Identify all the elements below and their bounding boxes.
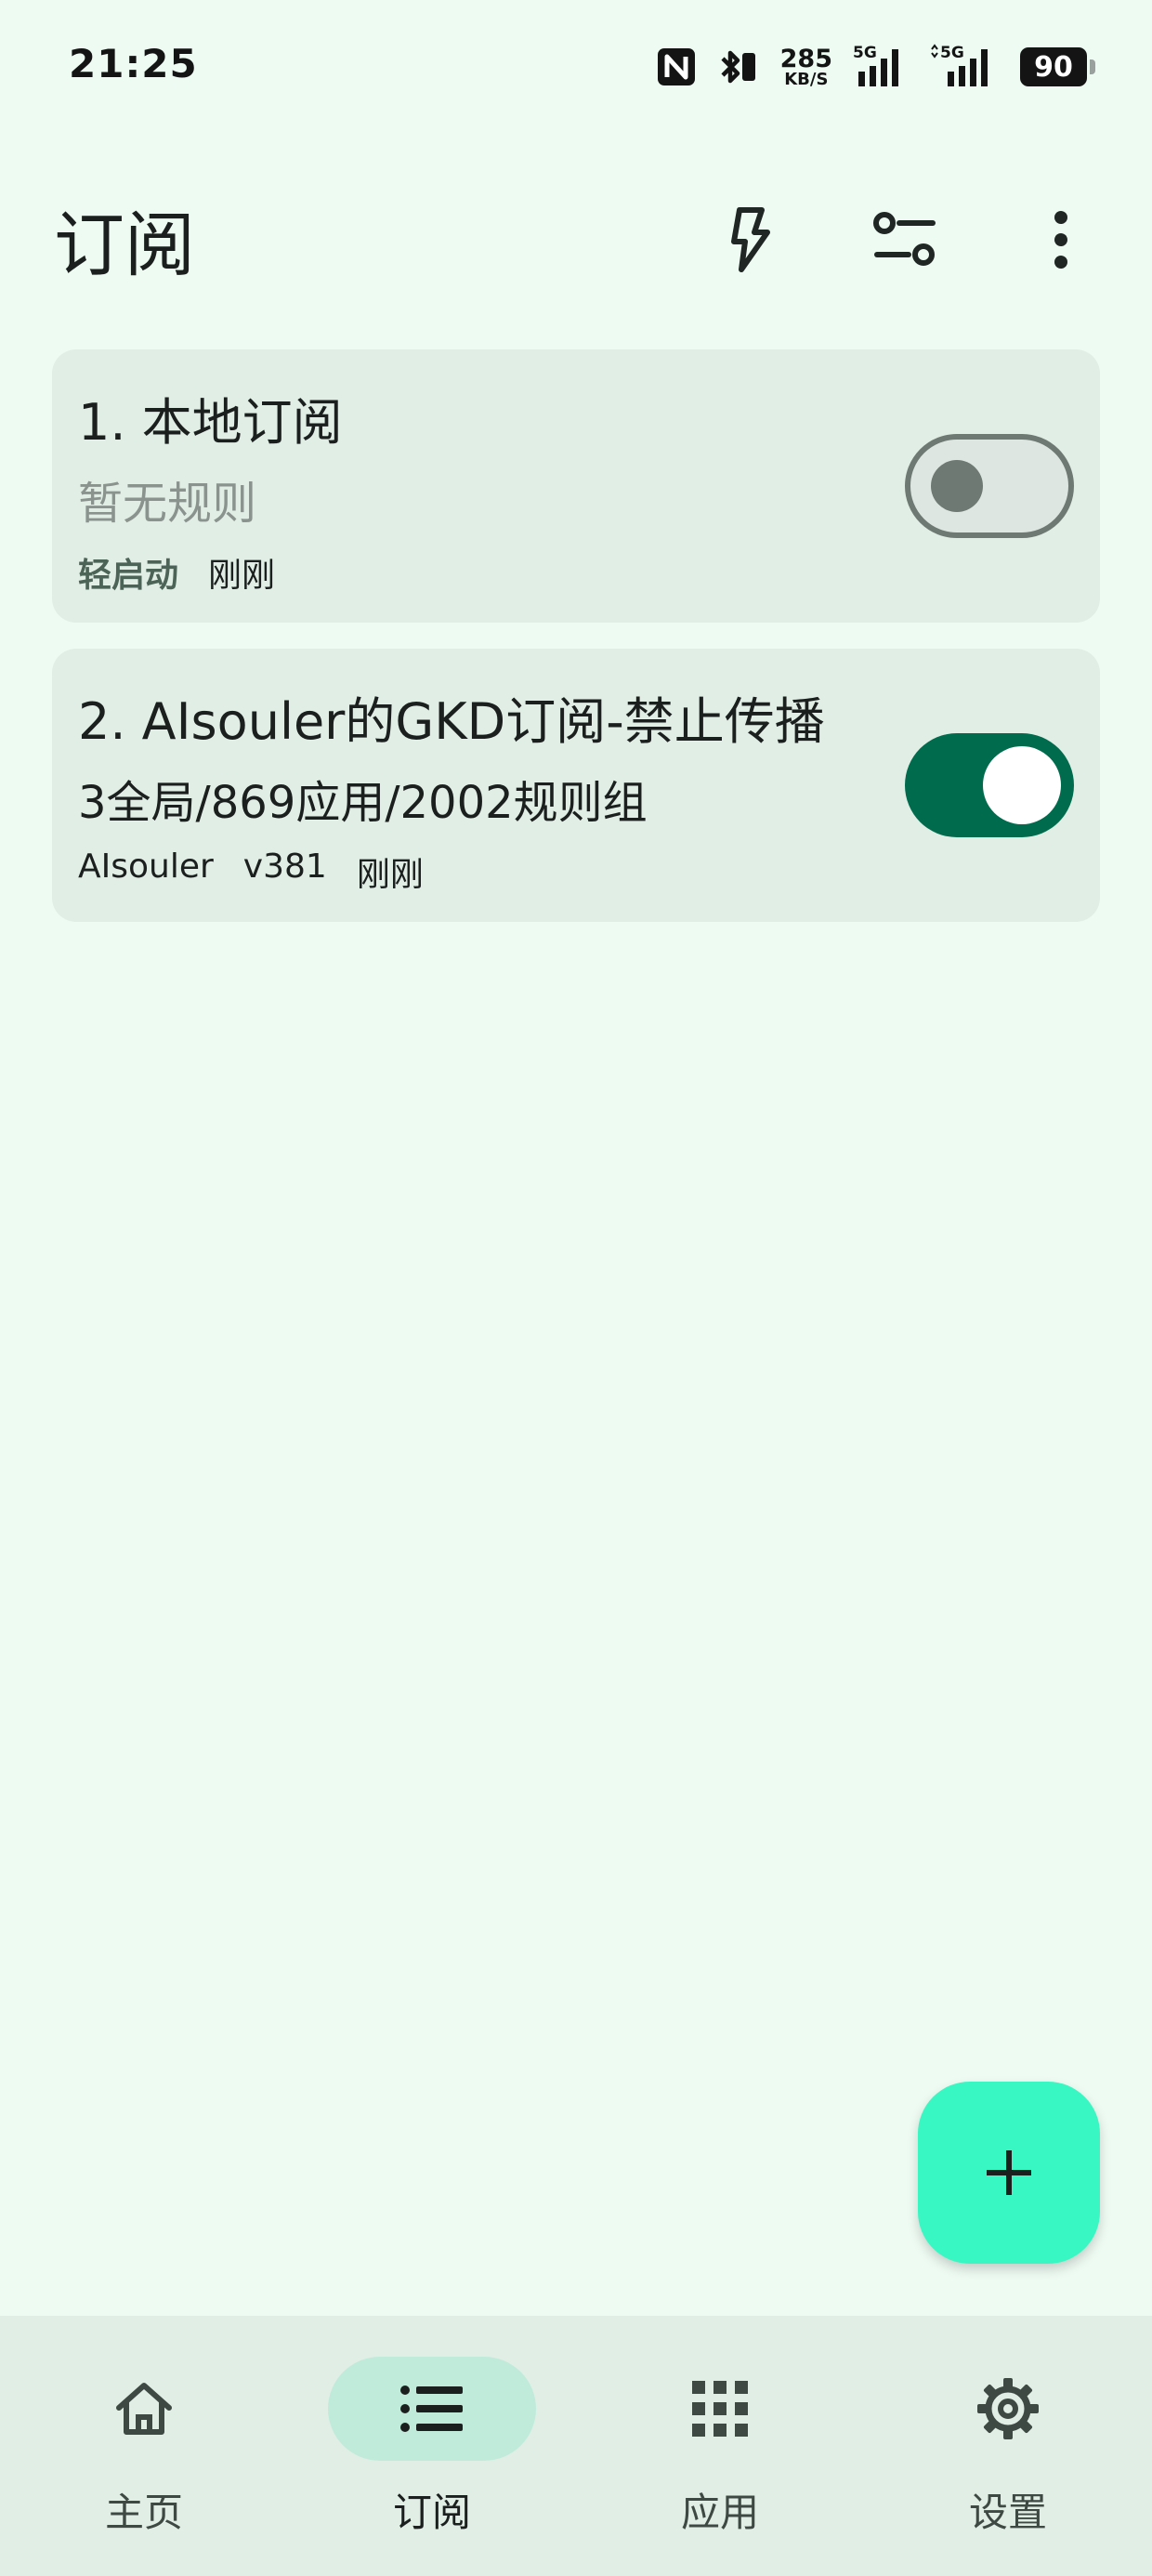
subscription-author: 轻启动 [78,557,179,595]
nfc-icon [656,46,697,87]
subscription-title: 2. AIsouler的GKD订阅-禁止传播 [78,692,825,751]
subscription-meta: AIsouler v381 刚刚 [78,848,424,896]
subscription-toggle[interactable] [905,733,1074,837]
subscription-title: 1. 本地订阅 [78,393,343,452]
nav-pill [40,2357,248,2461]
bluetooth-icon [717,46,760,88]
nav-item-settings[interactable]: 设置 [864,2316,1152,2576]
plus-icon [987,2150,1031,2195]
subscription-author: AIsouler [78,848,214,886]
add-subscription-button[interactable] [918,2082,1100,2264]
flash-icon [731,207,770,272]
toggle-knob [983,746,1061,824]
nav-pill [616,2357,824,2461]
filter-settings-button[interactable] [860,195,949,284]
battery-level: 90 [1034,50,1073,84]
nav-item-home[interactable]: 主页 [0,2316,288,2576]
net-speed: 285 KB/S [779,44,832,89]
status-bar: 21:25 285 KB/S 5G 5G 90 [0,0,1152,130]
nav-item-subscriptions[interactable]: 订阅 [288,2316,576,2576]
signal-icon: 5G [929,44,1000,90]
subscription-toggle[interactable] [905,434,1074,538]
nav-label: 应用 [680,2490,759,2535]
bottom-navigation: 主页 订阅 应用 设置 [0,2316,1152,2576]
subscription-meta: 轻启动 刚刚 [78,548,275,597]
subscription-description: 3全局/869应用/2002规则组 [78,777,648,829]
list-icon [400,2385,463,2432]
subscription-version: v381 [242,848,327,886]
flash-button[interactable] [706,195,795,284]
subscription-card[interactable]: 1. 本地订阅 暂无规则 轻启动 刚刚 [52,349,1100,623]
more-options-button[interactable] [1016,195,1106,284]
filter-settings-icon [873,212,936,266]
subscription-description: 暂无规则 [78,478,257,530]
signal-label: 5G [940,44,964,62]
nav-label: 主页 [104,2490,183,2535]
status-time: 21:25 [69,41,198,86]
status-icons: 285 KB/S 5G 5G 90 [656,41,1095,93]
nav-pill [328,2357,536,2461]
subscription-card[interactable]: 2. AIsouler的GKD订阅-禁止传播 3全局/869应用/2002规则组… [52,649,1100,922]
page-title: 订阅 [54,204,195,286]
toggle-knob [931,460,983,512]
subscription-updated: 刚刚 [356,856,424,894]
home-icon [116,2383,172,2435]
top-app-bar: 订阅 [0,167,1152,297]
nav-item-apps[interactable]: 应用 [576,2316,864,2576]
subscription-updated: 刚刚 [208,557,276,595]
apps-grid-icon [692,2381,748,2437]
battery-icon: 90 [1020,47,1095,86]
gear-icon [977,2378,1039,2439]
nav-label: 订阅 [392,2490,471,2535]
nav-pill [904,2357,1112,2461]
signal-icon: 5G [853,44,909,90]
more-vertical-icon [1054,211,1067,269]
nav-label: 设置 [968,2490,1047,2535]
